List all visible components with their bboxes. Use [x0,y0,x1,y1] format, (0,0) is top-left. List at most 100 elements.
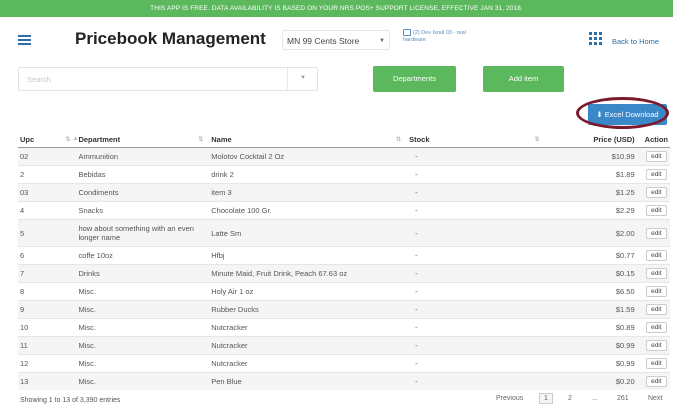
cell-price: $0.99 [545,354,643,373]
edit-button[interactable]: edit [646,376,667,387]
cell-department: coffe 10oz [76,246,210,265]
cell-stock: - [407,336,546,355]
cell-price: $0.77 [545,246,643,265]
apps-grid-icon[interactable] [589,32,603,46]
cell-department: Misc. [76,282,210,301]
store-select[interactable]: MN 99 Cents Store ▼ [282,30,390,50]
sort-icon: ⇅ [198,137,204,143]
cell-stock: - [407,147,546,166]
cell-department: Misc. [76,318,210,337]
page-ellipsis: ... [592,395,598,402]
search-input[interactable]: Search ▼ [18,67,318,91]
sort-icon: ⇅ [65,137,71,143]
cell-upc: 6 [18,246,77,265]
cell-name: Molotov Cocktail 2 Oz [209,147,408,166]
table-row: 6 coffe 10oz Hfbj - $0.77 edit [18,246,670,265]
next-page[interactable]: Next [648,395,662,402]
cell-upc: 13 [18,372,77,390]
sort-icon: ⇅ [534,137,540,143]
cell-upc: 10 [18,318,77,337]
page-title: Pricebook Management [75,29,266,48]
cell-stock: - [407,354,546,373]
cell-department: Misc. [76,372,210,390]
col-action: Action [642,132,670,148]
cell-name: Hfbj [209,246,408,265]
cell-department: Misc. [76,354,210,373]
cell-name: item 3 [209,183,408,202]
cell-upc: 5 [18,219,77,247]
cell-upc: 12 [18,354,77,373]
page-2[interactable]: 2 [568,395,572,402]
cell-upc: 7 [18,264,77,283]
cell-stock: - [407,201,546,220]
cell-upc: 03 [18,183,77,202]
table-row: 11 Misc. Nutcracker - $0.99 edit [18,336,670,355]
col-name[interactable]: Name ⇅ [209,132,408,148]
cell-department: Condiments [76,183,210,202]
cell-department: how about something with an even longer … [76,219,210,247]
edit-button[interactable]: edit [646,227,667,239]
menu-icon[interactable] [18,35,31,45]
col-upc[interactable]: Upc ⇅ [18,132,77,148]
cell-upc: 02 [18,147,77,166]
edit-button[interactable]: edit [646,358,667,369]
search-divider [287,68,288,90]
col-stock[interactable]: Stock ⇅ [407,132,546,148]
cell-action: edit [642,246,670,265]
cell-action: edit [642,372,670,390]
col-department[interactable]: ▲ Department ⇅ [72,132,210,148]
chevron-down-icon[interactable]: ▼ [300,75,306,81]
edit-button[interactable]: edit [646,304,667,315]
device-line1: (2) Dev Israil 03 - real [413,29,466,36]
cell-department: Snacks [76,201,210,220]
cell-upc: 11 [18,336,77,355]
previous-page[interactable]: Previous [496,395,523,402]
cell-name: Latte Sm [209,219,408,247]
device-info: (2) Dev Israil 03 - real hardware [403,29,466,44]
search-placeholder: Search [27,75,51,84]
page-last[interactable]: 261 [617,395,629,402]
edit-button[interactable]: edit [646,205,667,216]
table-row: 7 Drinks Minute Maid, Fruit Drink, Peach 6… [18,264,670,283]
cell-name: Pen Blue [209,372,408,390]
back-to-home-link[interactable]: Back to Home [612,37,659,46]
edit-button[interactable]: edit [646,286,667,297]
cell-name: drink 2 [209,165,408,184]
table-row: 12 Misc. Nutcracker - $0.99 edit [18,354,670,373]
device-line2: hardware [403,36,426,43]
cell-stock: - [407,264,546,283]
edit-button[interactable]: edit [646,340,667,351]
cell-price: $0.99 [545,336,643,355]
edit-button[interactable]: edit [646,322,667,333]
cell-department: Bebidas [76,165,210,184]
edit-button[interactable]: edit [646,151,667,162]
table-row: 8 Misc. Holy Air 1 oz - $6.50 edit [18,282,670,301]
table-row: 10 Misc. Nutcracker - $0.89 edit [18,318,670,337]
cell-action: edit [642,183,670,202]
col-price[interactable]: Price (USD) [545,132,643,148]
table-info: Showing 1 to 13 of 3,390 entries [20,397,121,404]
cell-name: Nutcracker [209,336,408,355]
cell-department: Drinks [76,264,210,283]
edit-button[interactable]: edit [646,268,667,279]
table-row: 2 Bebidas drink 2- $1.89 edit [18,165,670,184]
cell-upc: 2 [18,165,77,184]
page-1[interactable]: 1 [539,393,553,404]
cell-action: edit [642,336,670,355]
cell-action: edit [642,354,670,373]
cell-action: edit [642,318,670,337]
cell-price: $6.50 [545,282,643,301]
edit-button[interactable]: edit [646,250,667,261]
monitor-icon [403,29,411,36]
cell-action: edit [642,219,670,247]
cell-price: $2.00 [545,219,643,247]
table-row: 03 Condiments item 3- $1.25 edit [18,183,670,202]
add-item-button[interactable]: Add item [483,66,564,92]
edit-button[interactable]: edit [646,187,667,198]
departments-button[interactable]: Departments [373,66,456,92]
cell-upc: 4 [18,201,77,220]
cell-price: $0.15 [545,264,643,283]
cell-name: Rubber Ducks [209,300,408,319]
edit-button[interactable]: edit [646,169,667,180]
table-row: 5 how about something with an even longer… [18,219,670,247]
